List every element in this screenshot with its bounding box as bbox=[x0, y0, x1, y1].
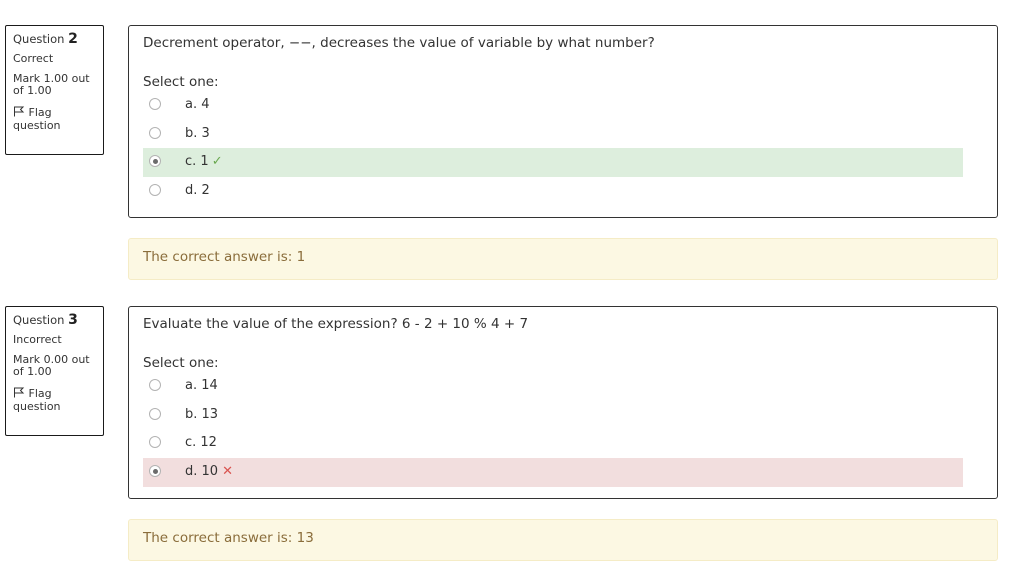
feedback-text: The correct answer is: 1 bbox=[143, 249, 306, 265]
radio-button[interactable] bbox=[149, 127, 161, 139]
flag-question-link[interactable]: Flag question bbox=[13, 106, 99, 132]
answer-option[interactable]: b. 13 bbox=[143, 401, 963, 430]
radio-button-selected[interactable] bbox=[149, 155, 161, 167]
answer-label: b. 13 bbox=[185, 407, 219, 422]
flag-icon bbox=[14, 106, 25, 117]
flag-question-link[interactable]: Flag question bbox=[13, 387, 99, 413]
answer-label: a. 14 bbox=[185, 378, 218, 393]
question-text: Decrement operator, −−, decreases the va… bbox=[143, 35, 655, 51]
select-prompt: Select one: bbox=[143, 74, 219, 90]
question-text: Evaluate the value of the expression? 6 … bbox=[143, 316, 529, 332]
answer-label: a. 4 bbox=[185, 97, 210, 112]
radio-button[interactable] bbox=[149, 408, 161, 420]
correct-answer-feedback: The correct answer is: 1 bbox=[128, 238, 998, 280]
answer-label-wrap: d. 10 ✕ bbox=[185, 464, 233, 479]
flag-icon bbox=[14, 387, 25, 398]
answer-option-selected-incorrect[interactable]: d. 10 ✕ bbox=[143, 458, 963, 487]
question-number-value: 3 bbox=[68, 312, 78, 328]
question-formulation: Evaluate the value of the expression? 6 … bbox=[128, 306, 998, 499]
question-state: Incorrect bbox=[13, 333, 62, 346]
question-number: Question 3 bbox=[13, 313, 99, 327]
question-label: Question bbox=[13, 313, 65, 327]
answer-option[interactable]: c. 12 bbox=[143, 429, 963, 458]
cross-icon: ✕ bbox=[222, 464, 233, 479]
question-state: Correct bbox=[13, 52, 54, 65]
question-info-panel: Question 2 Correct Mark 1.00 out of 1.00… bbox=[5, 25, 104, 155]
answer-option[interactable]: a. 14 bbox=[143, 372, 963, 401]
answer-label: d. 10 bbox=[185, 464, 219, 479]
radio-button[interactable] bbox=[149, 98, 161, 110]
correct-answer-feedback: The correct answer is: 13 bbox=[128, 519, 998, 561]
radio-button[interactable] bbox=[149, 379, 161, 391]
question-grade: Mark 1.00 out of 1.00 bbox=[13, 72, 90, 97]
question-grade: Mark 0.00 out of 1.00 bbox=[13, 353, 90, 378]
answer-label: b. 3 bbox=[185, 126, 210, 141]
question-label: Question bbox=[13, 32, 65, 46]
answer-label: d. 2 bbox=[185, 183, 210, 198]
answer-label: c. 1 bbox=[185, 154, 209, 169]
answer-option[interactable]: a. 4 bbox=[143, 91, 963, 120]
answer-option[interactable]: d. 2 bbox=[143, 177, 963, 206]
question-info-panel: Question 3 Incorrect Mark 0.00 out of 1.… bbox=[5, 306, 104, 436]
radio-button[interactable] bbox=[149, 436, 161, 448]
answer-option[interactable]: b. 3 bbox=[143, 120, 963, 149]
radio-button-selected[interactable] bbox=[149, 465, 161, 477]
answer-option-selected-correct[interactable]: c. 1 ✓ bbox=[143, 148, 963, 177]
check-icon: ✓ bbox=[211, 154, 223, 169]
answer-label-wrap: c. 1 ✓ bbox=[185, 154, 223, 169]
feedback-text: The correct answer is: 13 bbox=[143, 530, 314, 546]
question-formulation: Decrement operator, −−, decreases the va… bbox=[128, 25, 998, 218]
radio-button[interactable] bbox=[149, 184, 161, 196]
answer-label: c. 12 bbox=[185, 435, 217, 450]
question-number-value: 2 bbox=[68, 31, 78, 47]
question-number: Question 2 bbox=[13, 32, 99, 46]
select-prompt: Select one: bbox=[143, 355, 219, 371]
